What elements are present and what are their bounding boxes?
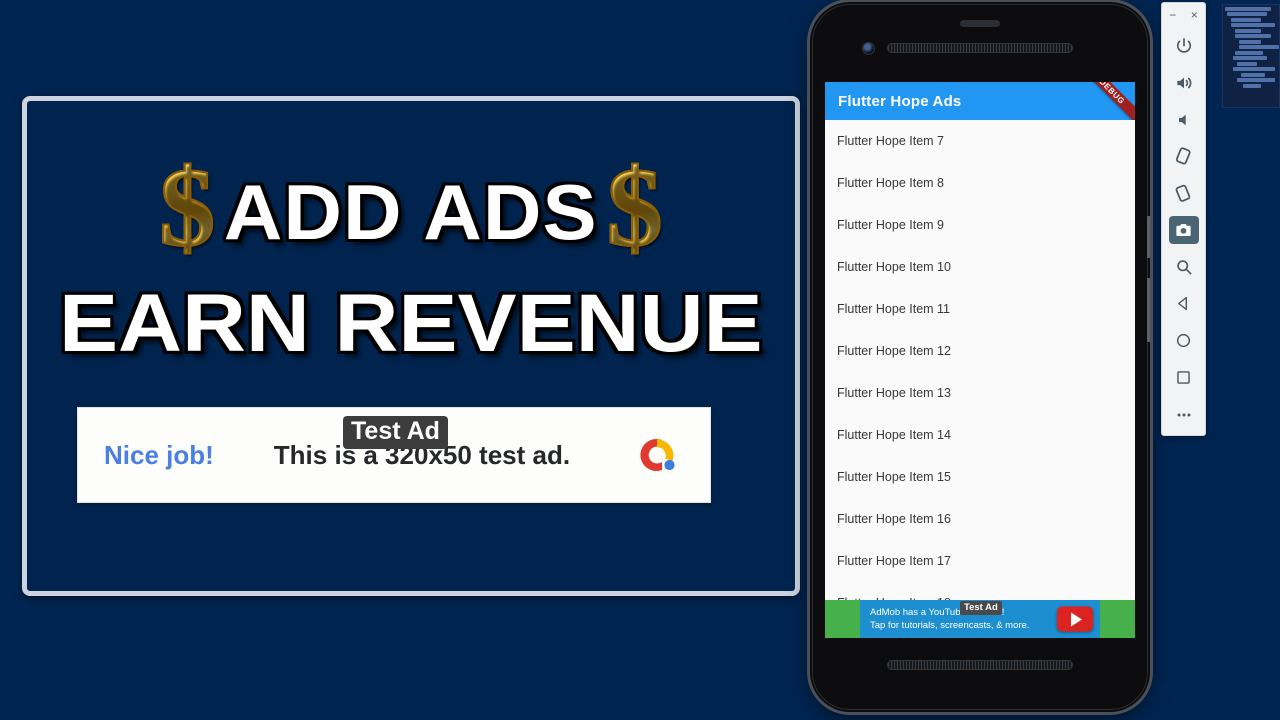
list-item[interactable]: Flutter Hope Item 17 xyxy=(825,540,1135,582)
list-item-label: Flutter Hope Item 12 xyxy=(837,344,951,358)
minimize-icon[interactable]: − xyxy=(1166,9,1179,21)
test-ad-banner-large[interactable]: Nice job! This is a 320x50 test ad. Test… xyxy=(77,407,711,503)
front-camera-icon xyxy=(862,42,875,55)
volume-down-icon[interactable] xyxy=(1161,101,1206,138)
list-item[interactable]: Flutter Hope Item 9 xyxy=(825,204,1135,246)
headline-add-ads: ADD ADS xyxy=(224,167,598,256)
dollar-sign-right-icon: $ xyxy=(606,146,664,270)
list-item[interactable]: Flutter Hope Item 8 xyxy=(825,162,1135,204)
list-item-label: Flutter Hope Item 14 xyxy=(837,428,951,442)
zoom-icon[interactable] xyxy=(1161,248,1206,285)
test-ad-banner-phone[interactable]: AdMob has a YouTube channel! Tap for tut… xyxy=(825,600,1135,638)
banner-ad-line1: AdMob has a YouTube channel! xyxy=(870,606,1005,618)
phone-screen: Flutter Hope Ads DEBUG Flutter Hope Item… xyxy=(825,82,1135,638)
ad-nice-job-text: Nice job! xyxy=(104,439,214,470)
app-bar: Flutter Hope Ads DEBUG xyxy=(825,82,1135,120)
list-item[interactable]: Flutter Hope Item 16 xyxy=(825,498,1135,540)
test-ad-label-large: Test Ad xyxy=(343,416,448,449)
volume-up-icon[interactable] xyxy=(1161,64,1206,101)
play-triangle-icon xyxy=(1071,612,1082,626)
list-item[interactable]: Flutter Hope Item 12 xyxy=(825,330,1135,372)
list-item-label: Flutter Hope Item 10 xyxy=(837,260,951,274)
list-item[interactable]: Flutter Hope Item 15 xyxy=(825,456,1135,498)
list-item[interactable]: Flutter Hope Item 11 xyxy=(825,288,1135,330)
rotate-left-icon[interactable] xyxy=(1161,138,1206,175)
back-icon[interactable] xyxy=(1161,285,1206,322)
test-ad-label-phone: Test Ad xyxy=(960,601,1002,615)
rotate-right-icon[interactable] xyxy=(1161,175,1206,212)
showcase-panel: $ ADD ADS $ EARN REVENUE Nice job! This … xyxy=(22,96,800,596)
headline-row-secondary: EARN REVENUE xyxy=(27,277,795,371)
dollar-sign-left-icon: $ xyxy=(158,146,216,270)
list-item[interactable]: Flutter Hope Item 10 xyxy=(825,246,1135,288)
home-icon[interactable] xyxy=(1161,322,1206,359)
list-item-label: Flutter Hope Item 17 xyxy=(837,554,951,568)
list-item-label: Flutter Hope Item 16 xyxy=(837,512,951,526)
emulator-window-buttons: − × xyxy=(1162,3,1205,27)
list-item-label: Flutter Hope Item 11 xyxy=(837,302,951,316)
earpiece-slot xyxy=(960,20,1000,27)
android-emulator-device: Flutter Hope Ads DEBUG Flutter Hope Item… xyxy=(810,2,1150,712)
youtube-play-button[interactable] xyxy=(1057,606,1093,632)
emulator-toolbar: − × xyxy=(1161,2,1206,436)
admob-logo xyxy=(632,431,680,479)
more-icon[interactable] xyxy=(1161,396,1206,433)
power-icon[interactable] xyxy=(1161,27,1206,64)
headline-earn-revenue: EARN REVENUE xyxy=(59,278,763,369)
banner-ad-text: AdMob has a YouTube channel! Tap for tut… xyxy=(870,606,1029,633)
banner-ad-line2: Tap for tutorials, screencasts, & more. xyxy=(870,620,1030,631)
overview-icon[interactable] xyxy=(1161,359,1206,396)
list-item[interactable]: Flutter Hope Item 7 xyxy=(825,120,1135,162)
screenshot-camera-icon[interactable] xyxy=(1168,216,1199,244)
list-item[interactable]: Flutter Hope Item 13 xyxy=(825,372,1135,414)
close-icon[interactable]: × xyxy=(1188,9,1201,21)
list-item-label: Flutter Hope Item 13 xyxy=(837,386,951,400)
top-speaker-grille xyxy=(887,43,1073,53)
list-item-label: Flutter Hope Item 7 xyxy=(837,134,944,148)
list-item-label: Flutter Hope Item 8 xyxy=(837,176,944,190)
list-item-label: Flutter Hope Item 9 xyxy=(837,218,944,232)
list-item-label: Flutter Hope Item 15 xyxy=(837,470,951,484)
background-code-editor[interactable] xyxy=(1222,4,1280,108)
list-item[interactable]: Flutter Hope Item 14 xyxy=(825,414,1135,456)
flutter-list[interactable]: Flutter Hope Item 7 Flutter Hope Item 8 Fl… xyxy=(825,120,1135,638)
bottom-speaker-grille xyxy=(887,660,1073,670)
volume-side-button[interactable] xyxy=(1147,278,1150,342)
screenshot-root: $ ADD ADS $ EARN REVENUE Nice job! This … xyxy=(0,0,1280,720)
power-side-button[interactable] xyxy=(1147,216,1150,258)
app-bar-title: Flutter Hope Ads xyxy=(838,92,962,110)
debug-ribbon: DEBUG xyxy=(1071,82,1135,120)
headline-row-primary: $ ADD ADS $ xyxy=(27,151,795,265)
